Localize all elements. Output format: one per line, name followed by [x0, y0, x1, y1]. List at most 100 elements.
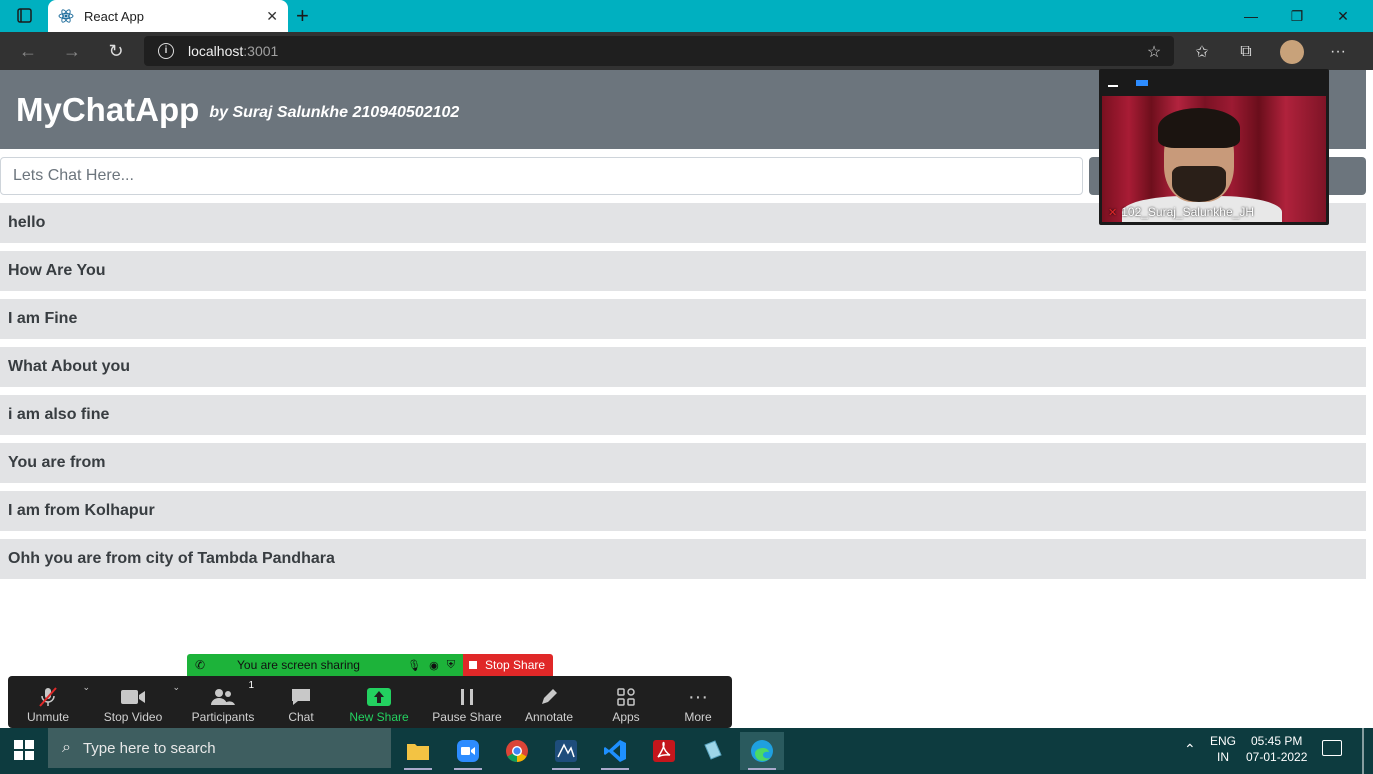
- person-hair: [1158, 108, 1240, 148]
- stop-share-label: Stop Share: [485, 658, 546, 672]
- vscode-icon[interactable]: [593, 732, 637, 770]
- clock-time: 05:45 PM: [1251, 734, 1303, 748]
- stop-square-icon: [469, 661, 477, 669]
- message-item: What About you: [0, 347, 1366, 387]
- refresh-icon[interactable]: ↻: [104, 40, 128, 62]
- toolbar-label: New Share: [349, 710, 409, 724]
- chat-input[interactable]: [0, 157, 1083, 195]
- zoom-video-window[interactable]: ✕ 102_Suraj_Salunkhe_JH: [1099, 69, 1329, 225]
- language-code: ENG: [1210, 734, 1237, 748]
- app-subtitle: by Suraj Salunkhe 210940502102: [209, 103, 460, 121]
- toolbar-label: Chat: [288, 710, 314, 724]
- status-circle-icon[interactable]: ◉: [429, 659, 439, 672]
- browser-toolbar: ← → ↻ i localhost:3001 ☆ ✩ ⧉ ···: [0, 32, 1373, 70]
- participant-count: 1: [248, 680, 254, 691]
- file-explorer-icon[interactable]: [396, 732, 440, 770]
- toolbar-label: Participants: [191, 710, 255, 724]
- toolbar-label: Stop Video: [103, 710, 163, 724]
- windows-start-icon[interactable]: [14, 740, 34, 760]
- toolbar-label: Annotate: [524, 710, 574, 724]
- mic-muted-icon: ✕: [1108, 206, 1118, 219]
- screen-sharing-banner: ✆ You are screen sharing 🎙 ◉ ⛨: [187, 654, 463, 676]
- show-desktop-button[interactable]: [1362, 728, 1364, 774]
- browser-title-bar: React App ✕ + — ❐ ✕: [0, 0, 1373, 32]
- mic-icon[interactable]: 🎙: [407, 659, 421, 672]
- settings-more-icon[interactable]: ···: [1327, 41, 1349, 63]
- region-code: IN: [1217, 750, 1229, 764]
- screen-sharing-text: You are screen sharing: [237, 658, 360, 672]
- pencil-icon: [539, 684, 559, 710]
- mysql-workbench-icon[interactable]: [544, 732, 588, 770]
- message-item: i am also fine: [0, 395, 1366, 435]
- tray-expand-icon[interactable]: ⌃: [1184, 741, 1196, 757]
- ellipsis-icon: ···: [688, 685, 708, 708]
- acrobat-icon[interactable]: [642, 732, 686, 770]
- message-list: hello How Are You I am Fine What About y…: [0, 203, 1366, 587]
- profile-avatar[interactable]: [1280, 40, 1304, 64]
- pause-icon: [459, 684, 475, 710]
- react-logo-icon: [58, 9, 74, 23]
- participants-button[interactable]: 1 Participants: [178, 676, 268, 728]
- participant-name-label: ✕ 102_Suraj_Salunkhe_JH: [1108, 205, 1254, 219]
- participant-name: 102_Suraj_Salunkhe_JH: [1121, 205, 1254, 219]
- unmute-button[interactable]: ⌄ Unmute: [8, 676, 90, 728]
- clock[interactable]: 05:45 PM 07-01-2022: [1246, 733, 1307, 765]
- tab-title: React App: [84, 8, 144, 24]
- edge-icon[interactable]: [740, 732, 784, 770]
- tab-close-icon[interactable]: ✕: [266, 8, 278, 25]
- browser-tab[interactable]: React App ✕: [48, 0, 288, 32]
- site-info-icon[interactable]: i: [158, 43, 174, 59]
- new-tab-icon[interactable]: +: [296, 4, 309, 28]
- message-item: I am from Kolhapur: [0, 491, 1366, 531]
- minimize-window-icon[interactable]: —: [1236, 6, 1266, 26]
- close-window-icon[interactable]: ✕: [1328, 6, 1358, 26]
- shield-icon[interactable]: ⛨: [447, 659, 455, 672]
- tab-actions-icon[interactable]: [10, 6, 38, 26]
- zoom-meeting-toolbar: ⌄ Unmute ⌄ Stop Video 1 Participants Cha…: [8, 676, 732, 728]
- more-button[interactable]: ··· More: [664, 676, 732, 728]
- stop-video-button[interactable]: ⌄ Stop Video: [88, 676, 180, 728]
- stop-share-button[interactable]: Stop Share: [463, 654, 553, 676]
- add-favorite-icon[interactable]: ☆: [1143, 41, 1165, 63]
- person-beard: [1172, 166, 1226, 202]
- notification-center-icon[interactable]: [1322, 740, 1342, 756]
- participants-icon: [211, 684, 235, 710]
- minimize-video-icon[interactable]: [1108, 85, 1118, 87]
- url-port: :3001: [243, 43, 279, 59]
- pause-share-button[interactable]: Pause Share: [424, 676, 510, 728]
- video-camera-icon: [120, 684, 146, 710]
- message-item: You are from: [0, 443, 1366, 483]
- video-window-bar: [1099, 69, 1329, 96]
- taskbar-search-box[interactable]: ⌕ Type here to search: [48, 728, 391, 768]
- share-arrow-icon: [366, 684, 392, 710]
- search-placeholder: Type here to search: [82, 739, 216, 757]
- message-item: How Are You: [0, 251, 1366, 291]
- app-title: MyChatApp: [16, 90, 200, 128]
- expand-video-icon[interactable]: [1136, 80, 1148, 86]
- collections-icon[interactable]: ⧉: [1235, 41, 1257, 63]
- toolbar-label: Unmute: [26, 710, 70, 724]
- toolbar-label: Apps: [612, 710, 640, 724]
- url-host: localhost: [188, 43, 244, 59]
- address-bar[interactable]: i localhost:3001: [144, 36, 1174, 66]
- chat-bubble-icon: [290, 684, 312, 710]
- video-feed: ✕ 102_Suraj_Salunkhe_JH: [1102, 96, 1326, 222]
- favorites-icon[interactable]: ✩: [1191, 41, 1213, 63]
- zoom-app-icon[interactable]: [446, 732, 490, 770]
- mic-muted-icon: [37, 684, 59, 710]
- notepad-icon[interactable]: [691, 732, 735, 770]
- phone-icon: ✆: [195, 658, 206, 672]
- apps-button[interactable]: Apps: [588, 676, 664, 728]
- new-share-button[interactable]: New Share: [334, 676, 424, 728]
- back-icon[interactable]: ←: [16, 40, 40, 62]
- forward-icon[interactable]: →: [60, 40, 84, 62]
- message-item: I am Fine: [0, 299, 1366, 339]
- chat-button[interactable]: Chat: [268, 676, 334, 728]
- language-indicator[interactable]: ENG IN: [1210, 733, 1236, 765]
- apps-icon: [616, 684, 636, 710]
- annotate-button[interactable]: Annotate: [510, 676, 588, 728]
- chrome-icon[interactable]: [495, 732, 539, 770]
- windows-taskbar: ⌕ Type here to search ⌃ ENG IN 05:45 PM …: [0, 728, 1373, 774]
- toolbar-label: Pause Share: [432, 710, 502, 724]
- restore-window-icon[interactable]: ❐: [1282, 6, 1312, 26]
